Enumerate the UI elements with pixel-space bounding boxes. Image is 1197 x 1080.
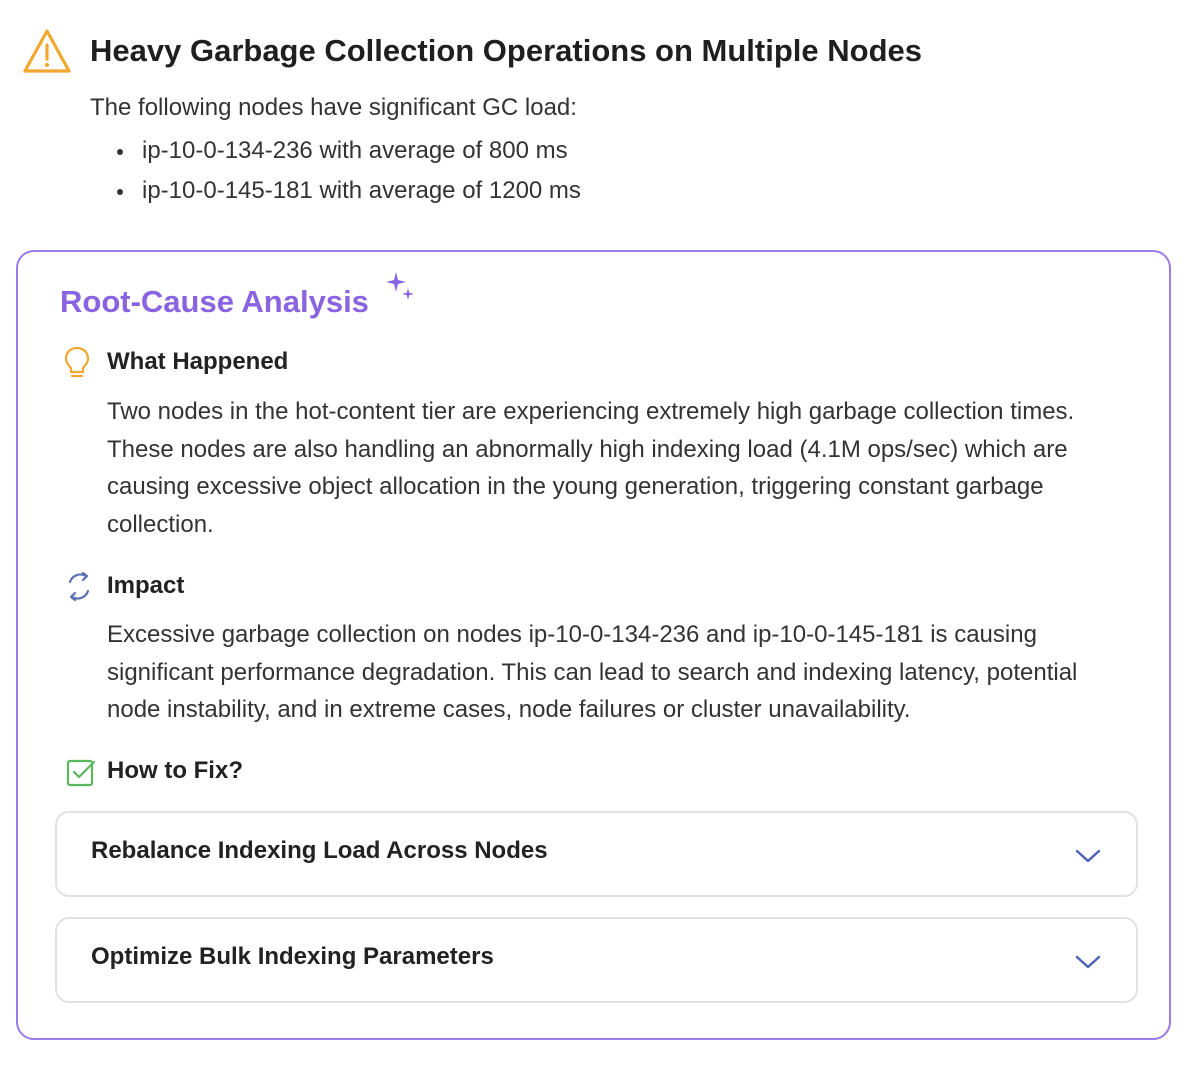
lightbulb-icon — [64, 346, 90, 378]
checkbox-icon — [66, 759, 96, 787]
refresh-cycle-icon — [68, 571, 90, 602]
root-cause-analysis-card: Root-Cause Analysis What Happened Two no… — [16, 250, 1171, 1040]
fix-item-rebalance-indexing[interactable]: Rebalance Indexing Load Across Nodes — [55, 811, 1138, 897]
warning-triangle-icon — [23, 29, 71, 73]
what-happened-heading: What Happened — [107, 348, 289, 375]
node-list-item: ip-10-0-134-236 with average of 800 ms — [113, 134, 581, 174]
rca-title: Root-Cause Analysis — [60, 284, 369, 319]
node-list: ip-10-0-134-236 with average of 800 ms i… — [113, 134, 581, 214]
node-list-item: ip-10-0-145-181 with average of 1200 ms — [113, 174, 581, 214]
how-to-fix-heading: How to Fix? — [107, 757, 243, 784]
alert-description: The following nodes have significant GC … — [90, 94, 577, 121]
fix-item-label: Rebalance Indexing Load Across Nodes — [91, 837, 548, 864]
impact-heading: Impact — [107, 572, 185, 599]
what-happened-body: Two nodes in the hot-content tier are ex… — [107, 398, 1075, 538]
alert-header — [22, 28, 72, 74]
fix-item-label: Optimize Bulk Indexing Parameters — [91, 943, 494, 970]
impact-body: Excessive garbage collection on nodes ip… — [107, 621, 1078, 723]
chevron-down-icon[interactable] — [1074, 847, 1102, 865]
alert-title: Heavy Garbage Collection Operations on M… — [90, 33, 922, 68]
chevron-down-icon[interactable] — [1074, 953, 1102, 971]
fix-item-optimize-bulk-indexing[interactable]: Optimize Bulk Indexing Parameters — [55, 917, 1138, 1003]
sparkle-icon — [386, 272, 414, 300]
